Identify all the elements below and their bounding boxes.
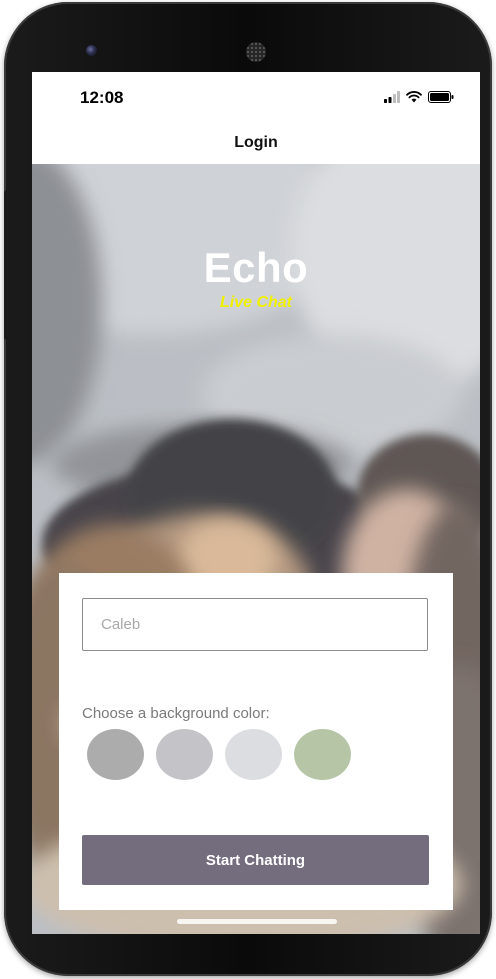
signal-icon [384,90,400,108]
app-subtitle: Live Chat [219,294,292,311]
navigation-bar: Login [32,122,480,164]
screen: 12:08 Login Echo Live Chat Caleb Choose … [32,72,480,934]
color-swatches [87,729,351,780]
color-swatch-4[interactable] [294,729,351,780]
color-swatch-1[interactable] [87,729,144,780]
status-icons [384,90,454,108]
login-card: Choose a background color: Start Chattin… [59,573,453,910]
status-bar: 12:08 [32,72,480,122]
status-time: 12:08 [80,88,124,107]
front-camera [86,45,97,56]
side-button [4,190,11,340]
page-title: Login [234,134,278,151]
home-indicator[interactable] [177,919,337,924]
color-swatch-3[interactable] [225,729,282,780]
color-label: Choose a background color: [82,705,270,722]
phone-frame: 12:08 Login Echo Live Chat Caleb Choose … [4,2,492,976]
app-title: Echo [203,244,309,291]
earpiece-speaker [246,42,266,62]
start-chatting-button[interactable]: Start Chatting [82,835,429,885]
name-input[interactable] [82,598,428,651]
wifi-icon [406,90,422,108]
battery-icon [428,90,454,108]
color-swatch-2[interactable] [156,729,213,780]
